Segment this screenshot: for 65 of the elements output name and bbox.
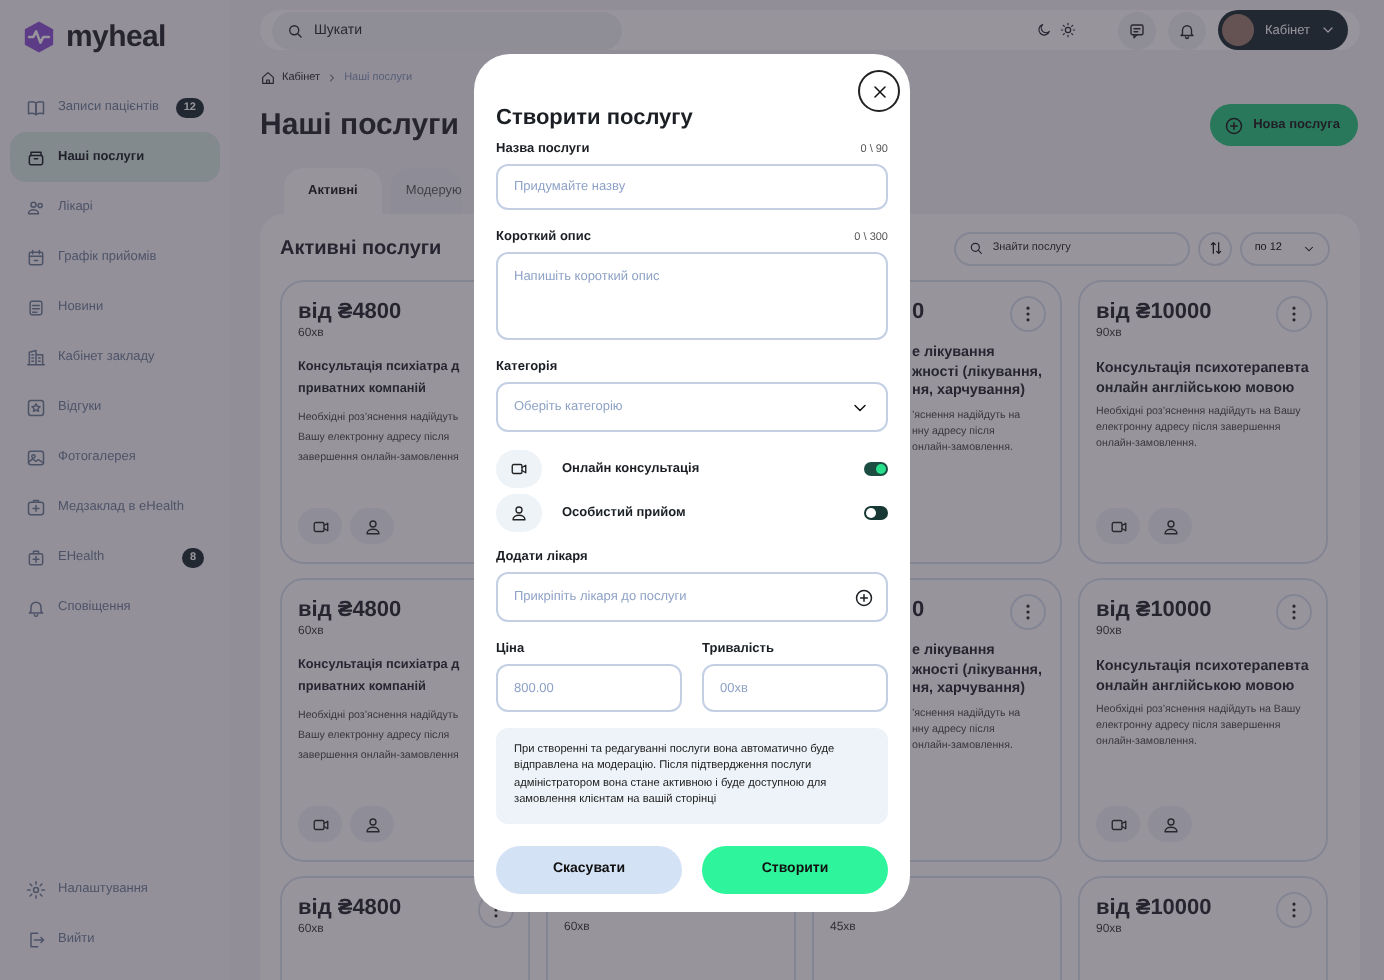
person-icon	[510, 504, 528, 522]
calendar-icon	[26, 247, 46, 267]
video-camera-icon	[1109, 815, 1127, 833]
box-icon	[26, 147, 46, 167]
price-text: від ₴10000	[1096, 896, 1212, 920]
video-camera-icon	[510, 460, 528, 478]
price-text: від ₴4800	[298, 896, 402, 920]
plus-circle-icon	[1223, 115, 1244, 135]
in-person-button[interactable]	[1148, 806, 1192, 842]
price-text: від ₴10000	[1096, 300, 1212, 324]
sun-icon[interactable]	[1060, 22, 1077, 38]
search-icon	[286, 21, 304, 39]
chevron-down-icon	[1302, 241, 1316, 255]
video-camera-icon	[311, 517, 329, 535]
online-consultation-button[interactable]	[1096, 508, 1140, 544]
in-person-button[interactable]	[350, 508, 394, 544]
toggle-switch[interactable]	[864, 462, 888, 476]
person-icon	[363, 517, 381, 535]
logo-text: myheal	[66, 20, 166, 54]
home-icon	[260, 70, 276, 86]
settings-icon	[26, 879, 46, 899]
online-consultation-button[interactable]	[298, 806, 342, 842]
sort-icon	[1207, 240, 1224, 256]
close-icon	[869, 81, 889, 101]
moon-icon[interactable]	[1036, 22, 1053, 38]
person-icon	[363, 815, 381, 833]
notifications-button[interactable]	[1168, 11, 1207, 49]
video-camera-icon	[1109, 517, 1127, 535]
bell-icon	[26, 597, 46, 617]
person-icon	[1161, 815, 1179, 833]
price-text: від ₴4800	[298, 598, 402, 622]
users-icon	[26, 197, 46, 217]
page-title: Наші послуги	[260, 108, 460, 142]
document-icon	[26, 297, 46, 317]
image-icon	[26, 447, 46, 467]
price-text: 0	[912, 300, 925, 324]
modal-title: Створити послугу	[496, 106, 695, 130]
price-text: від ₴10000	[1096, 598, 1212, 622]
book-icon	[26, 97, 46, 117]
in-person-button[interactable]	[1148, 508, 1192, 544]
medical-case-icon	[26, 547, 46, 567]
add-icon[interactable]	[854, 587, 874, 607]
logo-icon	[22, 20, 56, 54]
chevron-down-icon	[1320, 22, 1336, 38]
close-button[interactable]	[858, 70, 900, 112]
building-icon	[26, 347, 46, 367]
online-consultation-button[interactable]	[298, 508, 342, 544]
person-icon	[1161, 517, 1179, 535]
price-text: 0	[912, 598, 925, 622]
chat-icon	[1128, 21, 1147, 39]
star-icon	[26, 397, 46, 417]
bell-icon	[1178, 21, 1197, 39]
search-icon	[968, 240, 985, 256]
online-consultation-button[interactable]	[1096, 806, 1140, 842]
plus-square-icon	[26, 497, 46, 517]
in-person-button[interactable]	[350, 806, 394, 842]
chevron-right-icon	[326, 72, 339, 84]
avatar	[1222, 14, 1255, 46]
sort-button[interactable]	[1198, 231, 1233, 265]
messages-button[interactable]	[1118, 11, 1157, 49]
section-title: Активні послуги	[280, 237, 442, 259]
exit-icon	[26, 929, 46, 949]
video-camera-icon	[311, 815, 329, 833]
toggle-switch[interactable]	[864, 506, 888, 520]
price-text: від ₴4800	[298, 300, 402, 324]
